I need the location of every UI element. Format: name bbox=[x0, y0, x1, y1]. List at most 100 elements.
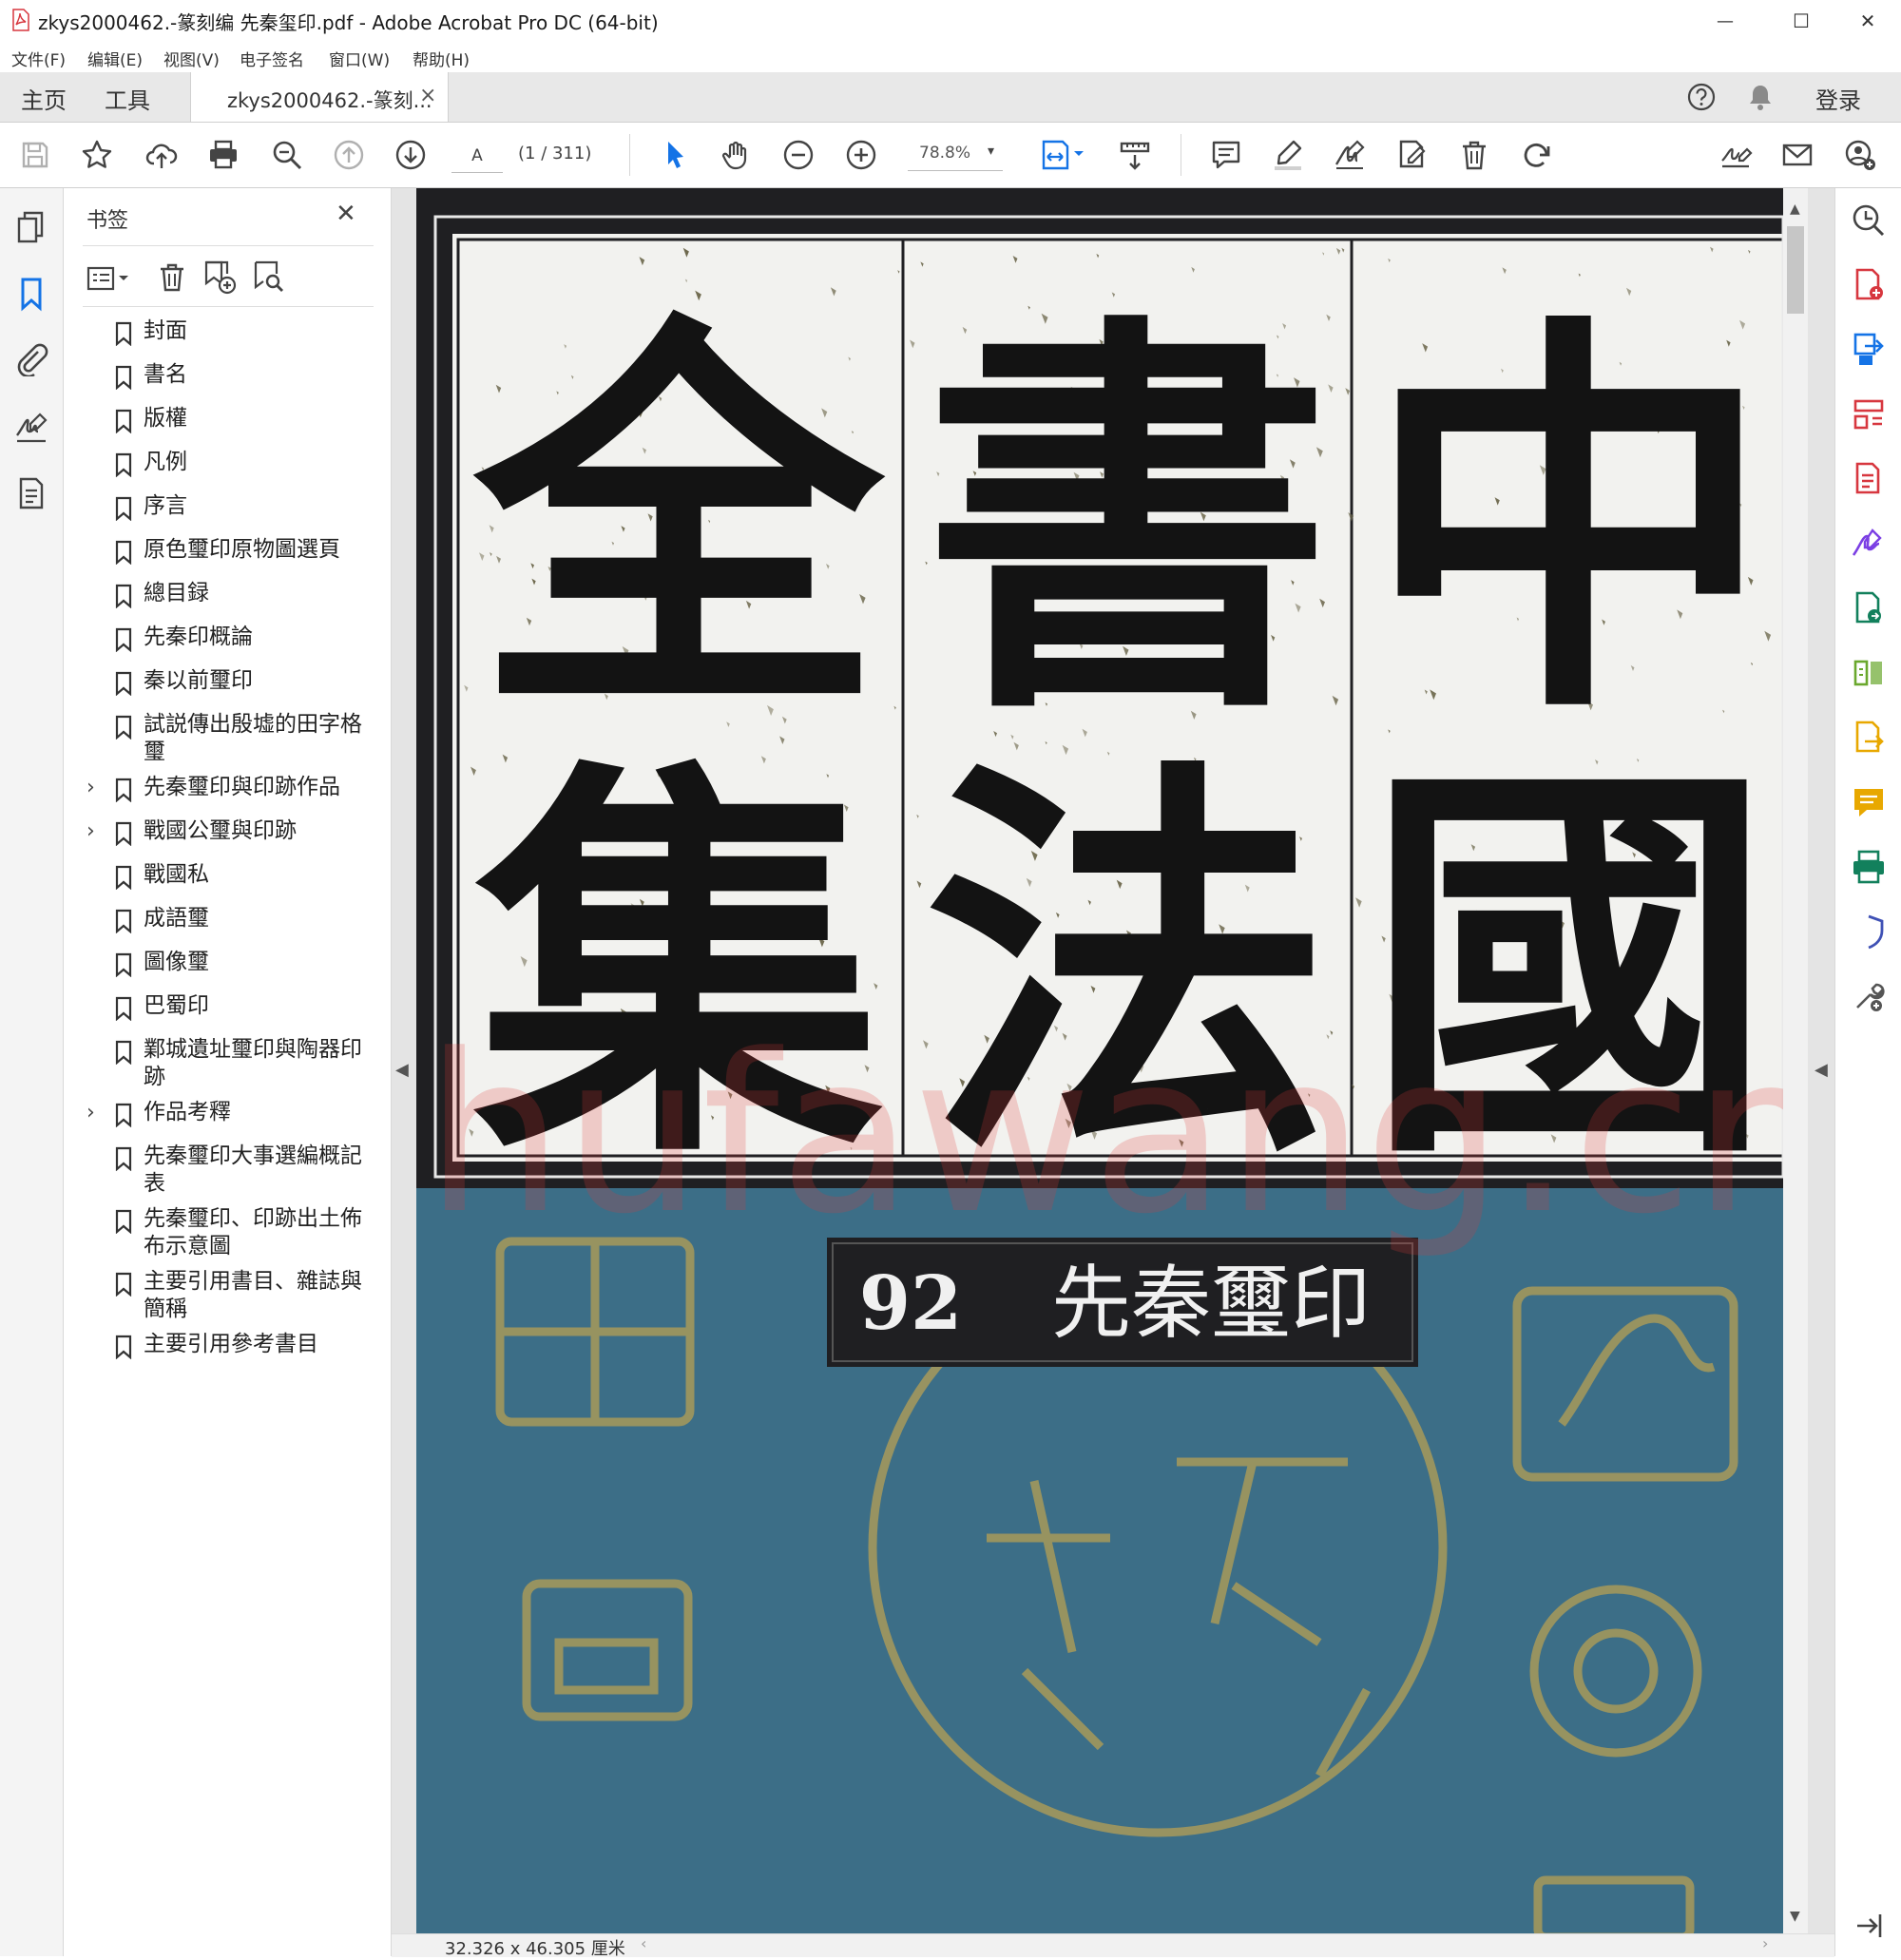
toolbar-divider bbox=[629, 134, 630, 176]
enhance-scan-icon[interactable] bbox=[1850, 202, 1888, 240]
bookmark-options-icon[interactable] bbox=[85, 259, 134, 297]
edit-pdf-icon[interactable] bbox=[1393, 136, 1431, 174]
organize-pages-icon[interactable] bbox=[1850, 395, 1888, 433]
close-tab-icon[interactable]: × bbox=[419, 84, 436, 107]
mail-icon[interactable] bbox=[1778, 136, 1816, 174]
bookmarks-panel-title: 书签 bbox=[86, 209, 129, 233]
previous-page-icon[interactable] bbox=[330, 136, 368, 174]
measure-tool-icon[interactable] bbox=[1116, 136, 1154, 174]
document-layers-icon[interactable] bbox=[13, 475, 49, 511]
hand-tool-icon[interactable] bbox=[718, 136, 756, 174]
bookmark-label: 主要引用參考書目 bbox=[144, 1332, 318, 1356]
bookmark-label: 戰國私 bbox=[144, 862, 209, 887]
edit-text-icon[interactable] bbox=[1850, 460, 1888, 498]
comment-tool-icon[interactable] bbox=[1850, 783, 1888, 821]
attachment-paperclip-icon[interactable] bbox=[13, 340, 49, 376]
help-icon[interactable] bbox=[1686, 82, 1717, 112]
bookmark-label: 版權 bbox=[144, 406, 187, 431]
collapse-left-panel-icon[interactable]: ◀ bbox=[395, 1060, 409, 1080]
new-bookmark-icon[interactable] bbox=[201, 259, 239, 297]
title-char: 全 bbox=[468, 282, 889, 762]
expand-rail-icon[interactable] bbox=[1850, 1907, 1888, 1945]
cloud-upload-icon[interactable] bbox=[143, 136, 181, 174]
rotate-icon[interactable] bbox=[1517, 136, 1555, 174]
combine-files-icon[interactable] bbox=[1850, 589, 1888, 627]
menu-edit[interactable]: 编辑(E) bbox=[87, 47, 143, 70]
zoom-in-icon[interactable] bbox=[842, 136, 880, 174]
export-pdf-icon[interactable] bbox=[1850, 331, 1888, 369]
more-tools-wrench-icon[interactable] bbox=[1850, 977, 1888, 1015]
bookmark-flag-icon bbox=[115, 671, 132, 696]
collapse-right-panel-icon[interactable]: ◀ bbox=[1815, 1060, 1828, 1080]
minimize-button[interactable]: — bbox=[1692, 0, 1758, 42]
tab-home[interactable]: 主页 bbox=[21, 82, 67, 115]
bookmark-flag-icon bbox=[115, 865, 132, 890]
find-zoom-icon[interactable] bbox=[268, 136, 306, 174]
bookmarks-icon[interactable] bbox=[13, 276, 49, 312]
bookmark-flag-icon bbox=[115, 627, 132, 652]
vertical-scrollbar[interactable]: ▲ ▼ bbox=[1783, 188, 1808, 1933]
scroll-up-icon[interactable]: ▲ bbox=[1790, 202, 1800, 217]
print-icon[interactable] bbox=[204, 136, 242, 174]
close-window-button[interactable]: ✕ bbox=[1834, 0, 1901, 42]
create-pdf-icon[interactable] bbox=[1850, 266, 1888, 304]
notification-bell-icon[interactable] bbox=[1745, 82, 1776, 112]
scrollbar-thumb[interactable] bbox=[1787, 226, 1804, 314]
zoom-out-icon[interactable] bbox=[779, 136, 817, 174]
close-panel-icon[interactable]: ✕ bbox=[336, 200, 356, 228]
next-page-icon[interactable] bbox=[392, 136, 430, 174]
export-file-icon[interactable] bbox=[1850, 719, 1888, 757]
bookmark-flag-icon bbox=[115, 1209, 132, 1234]
bookmark-flag-icon bbox=[115, 365, 132, 390]
tab-bar: 主页 工具 zkys2000462.-篆刻... × 登录 bbox=[0, 72, 1901, 123]
bookmark-label: 先秦印概論 bbox=[144, 625, 253, 649]
status-bar: 32.326 x 46.305 厘米 ‹ › bbox=[392, 1933, 1834, 1959]
star-icon[interactable] bbox=[78, 136, 116, 174]
comment-icon[interactable] bbox=[1207, 136, 1245, 174]
page-fit-icon[interactable] bbox=[1036, 136, 1089, 174]
login-button[interactable]: 登录 bbox=[1815, 82, 1861, 115]
zoom-level-select[interactable]: 78.8% ▾ bbox=[908, 140, 1003, 171]
tab-tools[interactable]: 工具 bbox=[105, 82, 150, 115]
bookmark-flag-icon bbox=[115, 409, 132, 433]
save-icon[interactable] bbox=[16, 136, 54, 174]
chevron-right-icon[interactable]: › bbox=[86, 819, 95, 843]
volume-title: 先秦璽印 bbox=[1051, 1257, 1371, 1350]
tab-document[interactable]: zkys2000462.-篆刻... × bbox=[190, 72, 449, 122]
fill-sign-icon[interactable] bbox=[1717, 136, 1755, 174]
bookmark-flag-icon bbox=[115, 996, 132, 1021]
chevron-right-icon[interactable]: › bbox=[86, 776, 95, 799]
fill-sign-tool-icon[interactable] bbox=[1850, 525, 1888, 563]
bookmark-label: 序言 bbox=[144, 493, 187, 518]
sign-icon[interactable] bbox=[1331, 136, 1369, 174]
compare-files-icon[interactable] bbox=[1850, 654, 1888, 692]
page-thumbnails-icon[interactable] bbox=[13, 209, 49, 245]
scroll-right-icon[interactable]: › bbox=[1762, 1934, 1768, 1952]
bookmark-label: 書名 bbox=[144, 362, 187, 387]
highlighter-icon[interactable] bbox=[1269, 136, 1307, 174]
maximize-icon: ☐ bbox=[1793, 10, 1810, 32]
signature-panel-icon[interactable] bbox=[13, 409, 49, 445]
scroll-left-icon[interactable]: ‹ bbox=[641, 1934, 646, 1952]
menu-view[interactable]: 视图(V) bbox=[163, 47, 220, 70]
trash-icon[interactable] bbox=[1455, 136, 1493, 174]
menu-file[interactable]: 文件(F) bbox=[11, 47, 66, 70]
scroll-down-icon[interactable]: ▼ bbox=[1790, 1909, 1800, 1924]
page-number-input[interactable] bbox=[451, 140, 503, 173]
print-production-icon[interactable] bbox=[1850, 848, 1888, 886]
chevron-right-icon[interactable]: › bbox=[86, 1101, 95, 1124]
right-tools-rail bbox=[1834, 188, 1901, 1956]
delete-bookmark-icon[interactable] bbox=[153, 259, 191, 297]
menu-e-sign[interactable]: 电子签名 bbox=[240, 47, 304, 70]
title-char: 書 bbox=[923, 282, 1332, 762]
protect-shield-icon[interactable] bbox=[1850, 913, 1888, 951]
bookmark-label: 先秦璽印大事選編概記表 bbox=[144, 1143, 362, 1196]
share-user-icon[interactable] bbox=[1841, 136, 1879, 174]
maximize-button[interactable]: ☐ bbox=[1768, 0, 1834, 42]
menu-help[interactable]: 帮助(H) bbox=[413, 47, 470, 70]
bookmark-label: 總目録 bbox=[144, 581, 209, 605]
select-arrow-icon[interactable] bbox=[656, 136, 694, 174]
find-bookmark-icon[interactable] bbox=[250, 259, 288, 297]
bookmark-label: 鄴城遺址璽印與陶器印跡 bbox=[144, 1037, 362, 1089]
menu-window[interactable]: 窗口(W) bbox=[329, 47, 390, 70]
